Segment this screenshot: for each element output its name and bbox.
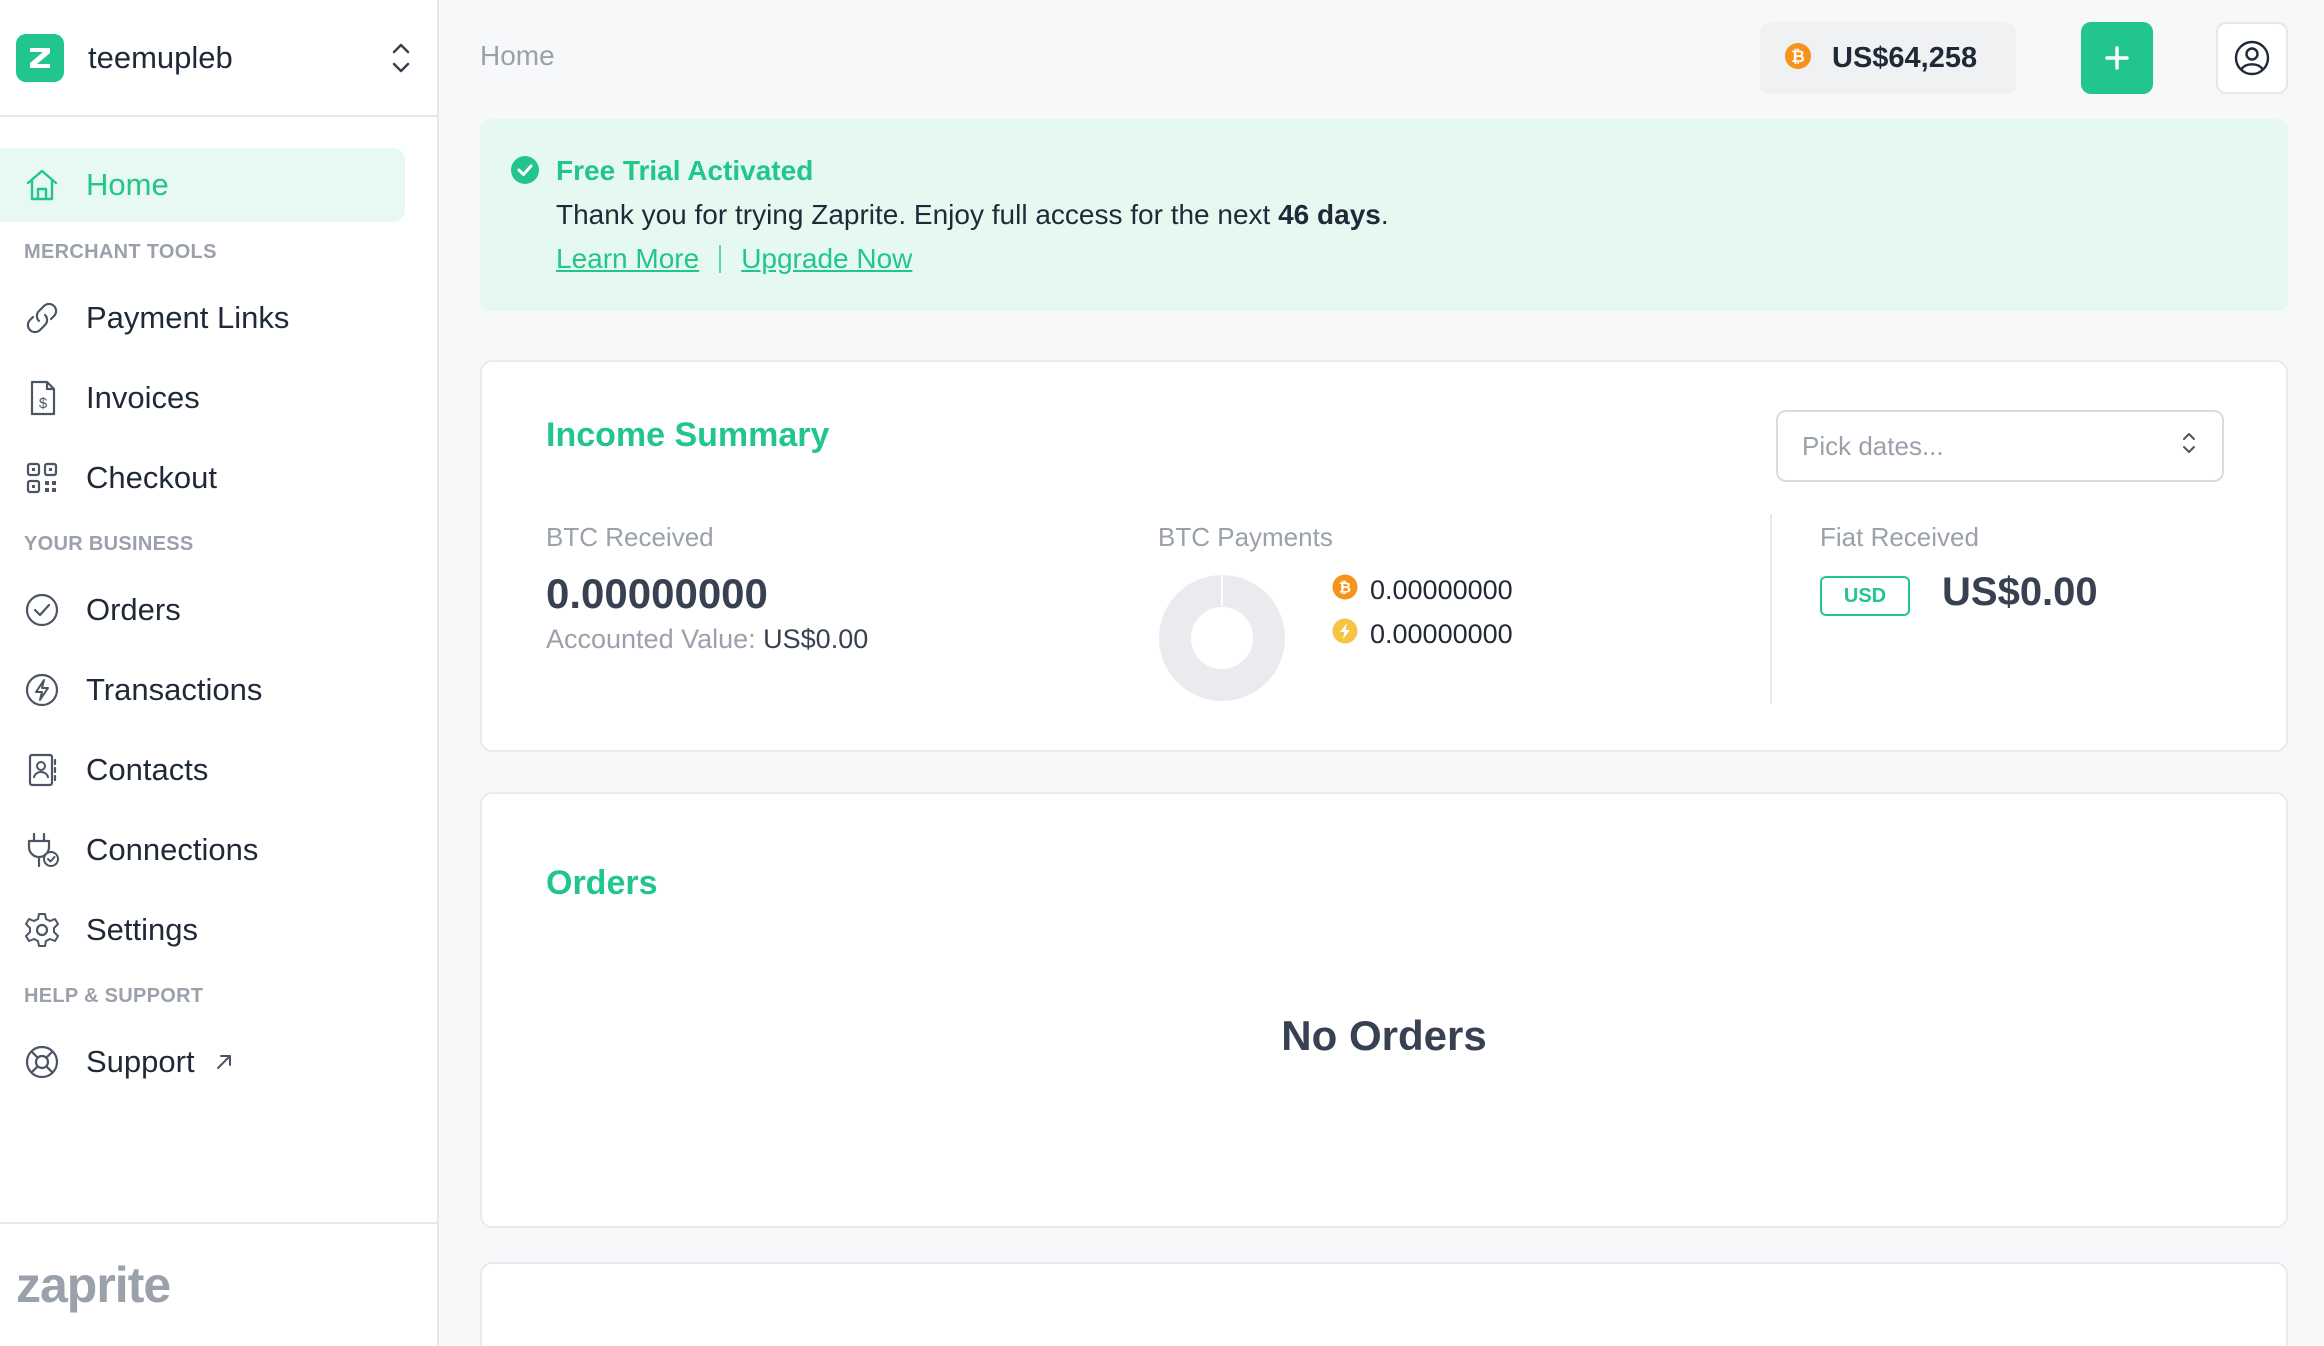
contact-book-icon xyxy=(20,748,64,792)
sidebar-item-label: Connections xyxy=(86,832,259,867)
sidebar-item-home[interactable]: Home xyxy=(0,148,405,222)
income-summary-title: Income Summary xyxy=(546,416,830,454)
sidebar-item-label: Orders xyxy=(86,592,181,627)
home-icon xyxy=(20,163,64,207)
learn-more-link[interactable]: Learn More xyxy=(556,243,699,275)
date-picker[interactable]: Pick dates... xyxy=(1776,410,2224,482)
sidebar-nav: Home MERCHANT TOOLS Payment Links $ Invo… xyxy=(0,117,437,1098)
sidebar-item-connections[interactable]: Connections xyxy=(0,814,405,886)
fiat-received-value: US$0.00 xyxy=(1942,570,2098,614)
date-picker-placeholder: Pick dates... xyxy=(1802,430,1944,461)
sidebar-item-label: Payment Links xyxy=(86,300,290,335)
sidebar-item-label: Checkout xyxy=(86,460,217,495)
btc-received-label: BTC Received xyxy=(546,522,714,552)
lightning-circle-icon xyxy=(20,668,64,712)
sidebar-item-checkout[interactable]: Checkout xyxy=(0,442,405,514)
income-summary-card: Income Summary Pick dates... BTC Receive… xyxy=(480,360,2288,752)
link-icon xyxy=(20,296,64,340)
sidebar-item-label: Contacts xyxy=(86,752,209,787)
banner-links: Learn More Upgrade Now xyxy=(556,243,912,275)
link-separator xyxy=(719,245,722,273)
org-switcher[interactable]: teemupleb xyxy=(0,0,437,117)
chevron-up-down-icon xyxy=(381,34,421,82)
user-circle-icon xyxy=(2234,40,2270,76)
btc-payments-donut xyxy=(1159,575,1285,701)
sidebar-item-label: Support xyxy=(86,1044,195,1079)
banner-text-suffix: . xyxy=(1380,199,1389,230)
sidebar-footer: zaprite xyxy=(0,1222,437,1346)
banner-text: Thank you for trying Zaprite. Enjoy full… xyxy=(556,199,1389,231)
orders-empty-state: No Orders xyxy=(1281,1012,1487,1059)
section-your-business: YOUR BUSINESS xyxy=(24,532,194,555)
next-card xyxy=(480,1262,2288,1346)
banner-title: Free Trial Activated xyxy=(556,155,814,186)
add-button[interactable] xyxy=(2081,22,2153,94)
external-link-icon xyxy=(213,1051,235,1073)
sidebar-item-orders[interactable]: Orders xyxy=(0,574,405,646)
sidebar-item-invoices[interactable]: $ Invoices xyxy=(0,362,405,434)
bitcoin-icon: ₿ xyxy=(1784,42,1812,75)
sidebar-item-payment-links[interactable]: Payment Links xyxy=(0,282,405,354)
lightning-icon xyxy=(1332,618,1358,651)
trial-days: 46 days xyxy=(1278,199,1381,230)
sidebar-item-settings[interactable]: Settings xyxy=(0,894,405,966)
lifebuoy-icon xyxy=(20,1040,64,1084)
sidebar-item-transactions[interactable]: Transactions xyxy=(0,654,405,726)
btc-received-value: 0.00000000 xyxy=(546,570,768,617)
fiat-received-label: Fiat Received xyxy=(1820,522,1979,552)
onchain-value: 0.00000000 xyxy=(1370,575,1513,605)
btc-payments-label: BTC Payments xyxy=(1158,522,1333,552)
bitcoin-icon: ₿ xyxy=(1332,574,1358,607)
currency-badge: USD xyxy=(1820,576,1910,616)
orders-title: Orders xyxy=(546,864,658,902)
gear-icon xyxy=(20,908,64,952)
sidebar-item-label: Home xyxy=(86,167,169,202)
btc-price-value: US$64,258 xyxy=(1832,41,1978,74)
svg-text:₿: ₿ xyxy=(1339,579,1351,597)
section-merchant-tools: MERCHANT TOOLS xyxy=(24,240,217,263)
invoice-icon: $ xyxy=(20,376,64,420)
qr-code-icon xyxy=(20,456,64,500)
plus-icon xyxy=(2105,46,2129,70)
accounted-amount: US$0.00 xyxy=(763,624,869,654)
upgrade-now-link[interactable]: Upgrade Now xyxy=(741,243,912,275)
check-circle-icon xyxy=(20,588,64,632)
svg-text:₿: ₿ xyxy=(1791,47,1805,67)
zaprite-wordmark: zaprite xyxy=(16,1257,171,1313)
check-circle-icon xyxy=(510,155,540,190)
sidebar-item-label: Transactions xyxy=(86,672,263,707)
lightning-value: 0.00000000 xyxy=(1370,619,1513,649)
onchain-legend-row: ₿ 0.00000000 xyxy=(1332,574,1513,607)
trial-banner: Free Trial Activated Thank you for tryin… xyxy=(480,119,2288,311)
svg-text:$: $ xyxy=(39,395,48,412)
profile-button[interactable] xyxy=(2216,22,2288,94)
breadcrumb: Home xyxy=(480,40,555,71)
sidebar-item-contacts[interactable]: Contacts xyxy=(0,734,405,806)
btc-price-pill: ₿ US$64,258 xyxy=(1760,22,2016,94)
sidebar-item-label: Invoices xyxy=(86,380,200,415)
banner-text-prefix: Thank you for trying Zaprite. Enjoy full… xyxy=(556,199,1279,230)
orders-card: Orders No Orders xyxy=(480,792,2288,1228)
plug-check-icon xyxy=(20,828,64,872)
chevron-up-down-icon xyxy=(2180,429,2198,464)
sidebar: teemupleb Home MERCHANT TOOLS Payment Li… xyxy=(0,0,439,1346)
accounted-label: Accounted Value: xyxy=(546,624,764,654)
org-name: teemupleb xyxy=(88,39,233,75)
sidebar-item-support[interactable]: Support xyxy=(0,1026,405,1098)
lightning-legend-row: 0.00000000 xyxy=(1332,618,1513,651)
accounted-value: Accounted Value: US$0.00 xyxy=(546,624,868,655)
section-help-support: HELP & SUPPORT xyxy=(24,984,204,1007)
section-divider xyxy=(1770,514,1772,704)
sidebar-item-label: Settings xyxy=(86,912,199,947)
zaprite-logo-icon xyxy=(16,33,64,82)
